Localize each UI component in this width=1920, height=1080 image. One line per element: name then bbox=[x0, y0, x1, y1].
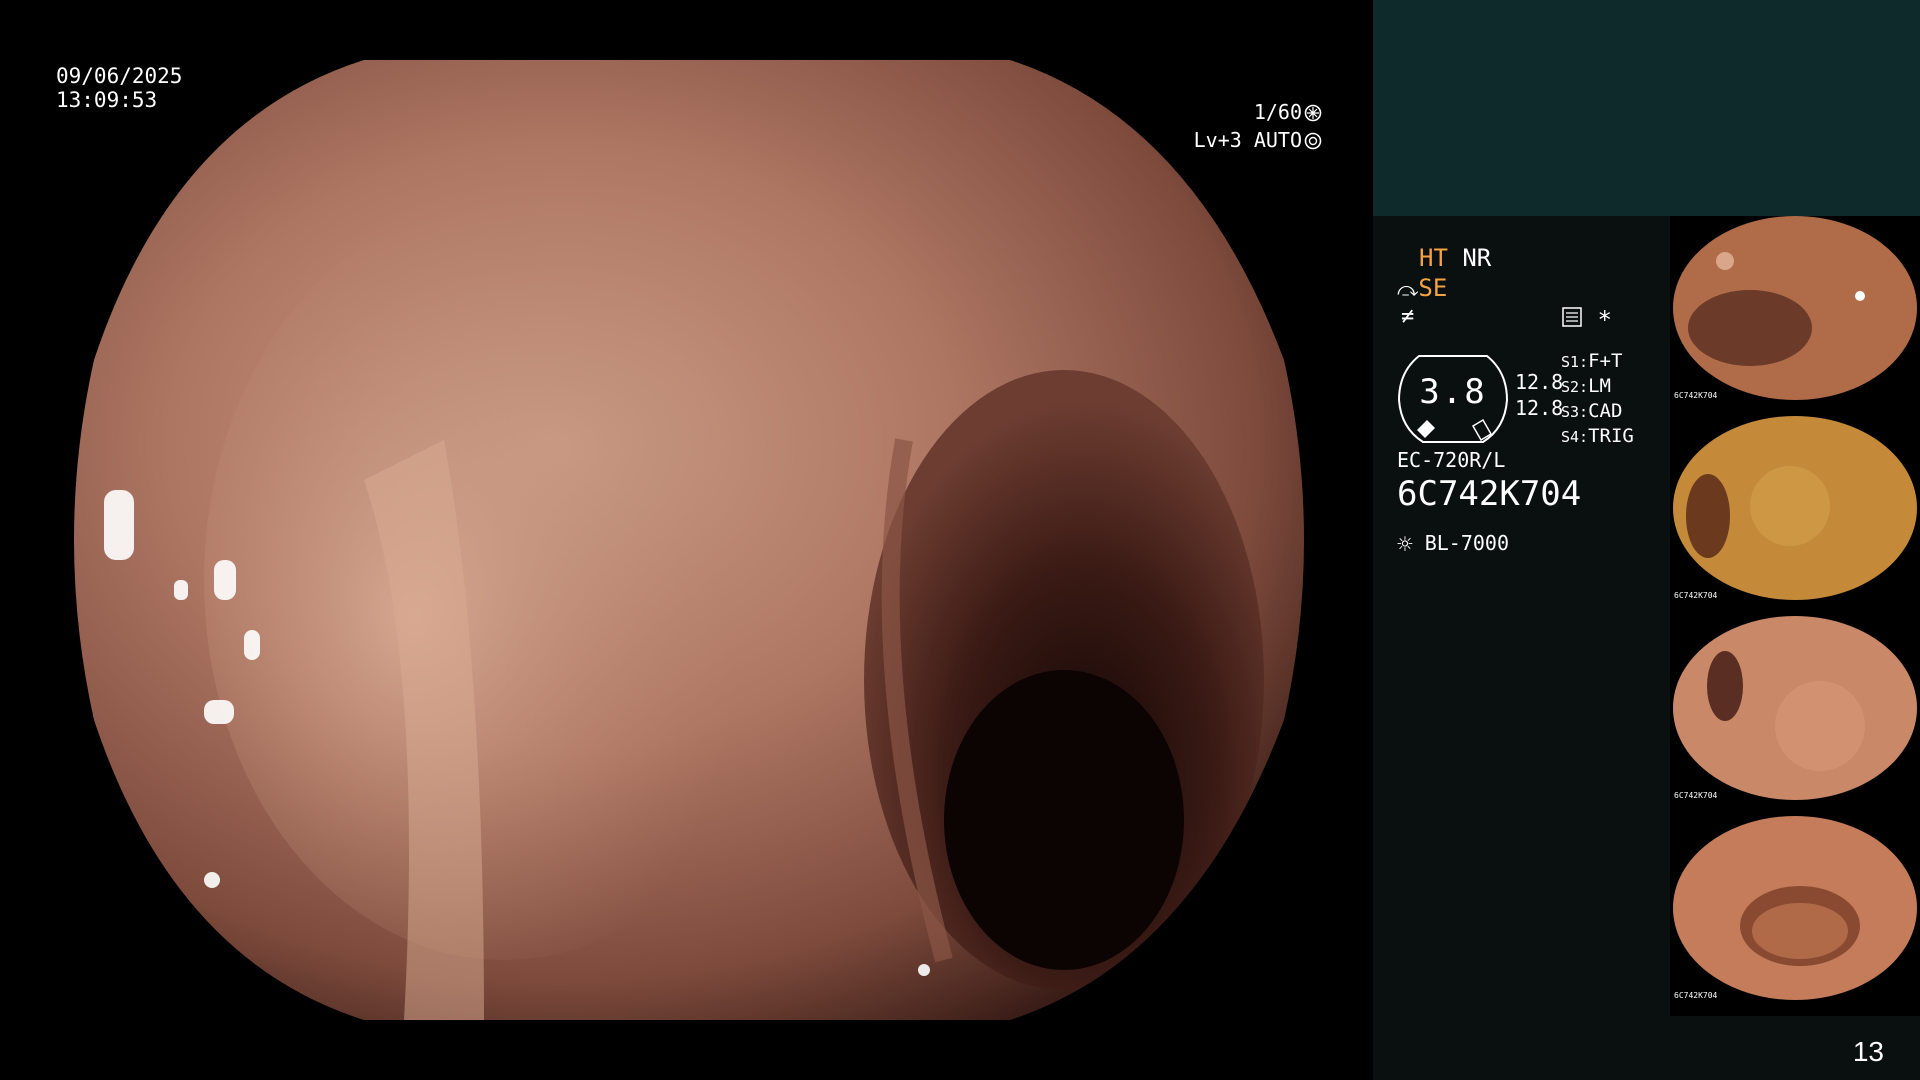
s3-value: CAD bbox=[1588, 400, 1623, 422]
scope-serial: 6C742K704 bbox=[1397, 474, 1582, 514]
se-label: SE bbox=[1418, 274, 1448, 302]
light-source-text: BL-7000 bbox=[1424, 531, 1509, 555]
freeze-icon: ≠ bbox=[1401, 304, 1415, 329]
panel-header-area bbox=[1373, 0, 1920, 216]
light-source-icon: ☼ bbox=[1397, 530, 1413, 560]
asterisk-text: * bbox=[1597, 306, 1612, 334]
thumbnail-4[interactable]: 6C742K704 bbox=[1670, 816, 1920, 1016]
value-2: 12.8 bbox=[1515, 396, 1564, 420]
thumbnail-3[interactable]: 6C742K704 bbox=[1670, 616, 1920, 816]
s4-value: TRIG bbox=[1588, 425, 1634, 447]
thumb-serial: 6C742K704 bbox=[1674, 591, 1718, 600]
ht-label: HT bbox=[1419, 244, 1448, 272]
scope-model: EC-720R/L bbox=[1397, 448, 1506, 472]
s3-label: S3: bbox=[1561, 403, 1589, 421]
record-icon bbox=[1562, 307, 1582, 327]
time-text: 13:09:53 bbox=[56, 88, 158, 112]
thumb-serial: 6C742K704 bbox=[1674, 991, 1718, 1000]
thumb-serial: 6C742K704 bbox=[1674, 791, 1718, 800]
structure-icon: ⤼ bbox=[1397, 277, 1419, 301]
datetime-overlay: 09/06/2025 13:09:53 bbox=[56, 64, 182, 112]
iris-icon bbox=[1304, 132, 1322, 150]
level-text: Lv+3 bbox=[1193, 128, 1242, 152]
endoscope-image bbox=[74, 60, 1304, 1020]
s2-value: LM bbox=[1588, 375, 1611, 397]
iris-text: AUTO bbox=[1253, 128, 1302, 152]
scope-gauge: 3.8 bbox=[1397, 352, 1509, 446]
endoscope-view: 09/06/2025 13:09:53 1/60 Lv+3 AUTO bbox=[0, 0, 1372, 1080]
s4-label: S4: bbox=[1561, 428, 1589, 446]
thumbnail-2[interactable]: 6C742K704 bbox=[1670, 416, 1920, 616]
thumb-serial: 6C742K704 bbox=[1674, 391, 1718, 400]
thumbnail-1[interactable]: 6C742K704 bbox=[1670, 216, 1920, 416]
s1-value: F+T bbox=[1588, 350, 1623, 372]
s1-label: S1: bbox=[1561, 353, 1589, 371]
page-number: 13 bbox=[1852, 1036, 1884, 1067]
shutter-text: 1/60 bbox=[1253, 100, 1302, 124]
exposure-overlay: 1/60 Lv+3 AUTO bbox=[1194, 98, 1322, 154]
shutter-icon bbox=[1304, 104, 1322, 122]
date-text: 09/06/2025 bbox=[56, 64, 183, 88]
value-1: 12.8 bbox=[1515, 370, 1564, 394]
nr-label: NR bbox=[1462, 244, 1492, 272]
gauge-value: 3.8 bbox=[1419, 372, 1487, 412]
s2-label: S2: bbox=[1561, 378, 1589, 396]
